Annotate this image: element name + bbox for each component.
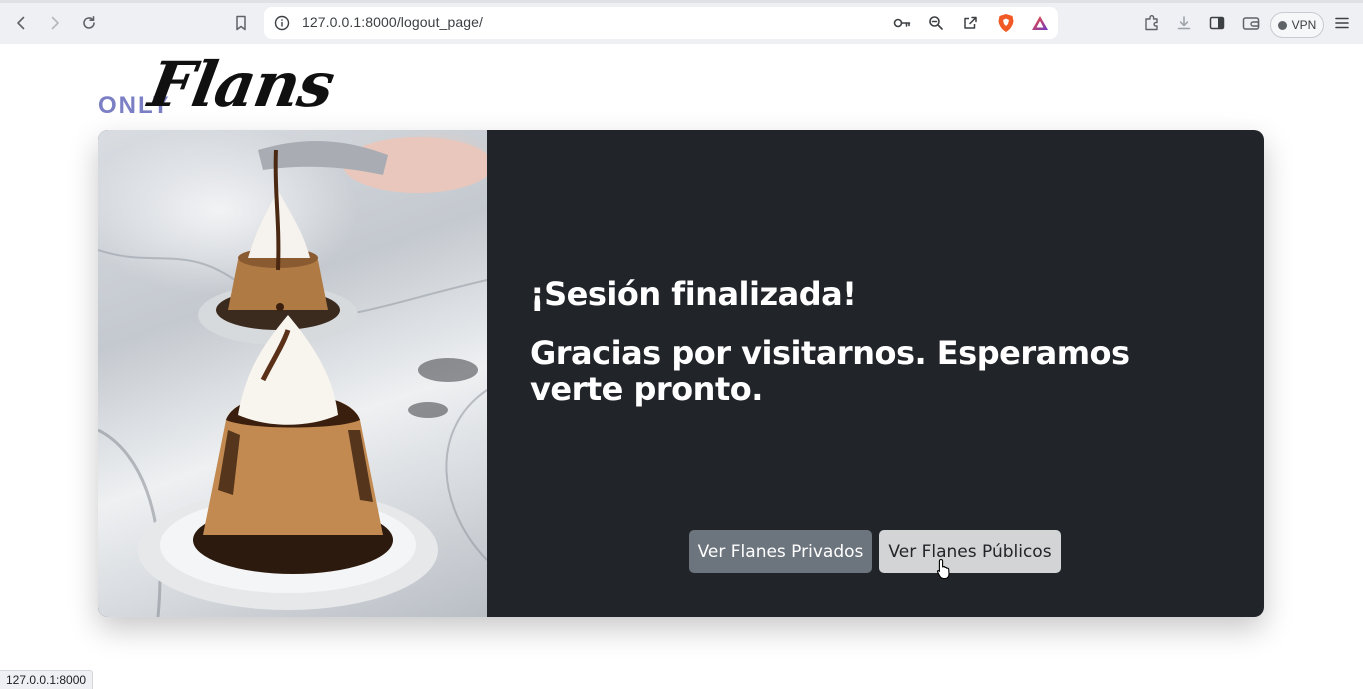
flan-photo (98, 130, 493, 617)
view-public-flans-button[interactable]: Ver Flanes Públicos (879, 530, 1061, 573)
site-info-icon[interactable] (272, 13, 292, 33)
vpn-label: VPN (1291, 18, 1317, 32)
page-title: ¡Sesión finalizada! (530, 275, 857, 313)
vpn-status-icon (1277, 20, 1287, 30)
reload-icon[interactable] (76, 10, 102, 36)
extensions-icon[interactable] (1139, 10, 1165, 36)
key-icon[interactable] (892, 13, 912, 33)
hand-cursor-icon (936, 558, 950, 580)
vpn-button[interactable]: VPN (1270, 12, 1324, 38)
site-logo[interactable]: ONLY Flans (98, 48, 358, 128)
share-icon[interactable] (960, 13, 980, 33)
back-icon[interactable] (8, 10, 34, 36)
card-content: ¡Sesión finalizada! Gracias por visitarn… (487, 130, 1264, 617)
zoom-icon[interactable] (926, 13, 946, 33)
logout-card: ¡Sesión finalizada! Gracias por visitarn… (98, 130, 1264, 617)
brave-shields-icon[interactable] (996, 13, 1016, 33)
url-text[interactable]: 127.0.0.1:8000/logout_page/ (302, 14, 483, 30)
view-private-flans-button[interactable]: Ver Flanes Privados (689, 530, 872, 573)
brave-rewards-icon[interactable] (1030, 13, 1050, 33)
forward-icon[interactable] (42, 10, 68, 36)
farewell-message: Gracias por visitarnos. Esperamos verte … (530, 334, 1130, 408)
status-bar-url: 127.0.0.1:8000 (0, 670, 94, 689)
sidebar-icon[interactable] (1204, 10, 1230, 36)
address-bar[interactable]: 127.0.0.1:8000/logout_page/ (264, 7, 1058, 39)
wallet-icon[interactable] (1238, 10, 1264, 36)
download-icon[interactable] (1171, 10, 1197, 36)
logo-wordmark: Flans (143, 48, 340, 121)
bookmark-icon[interactable] (228, 10, 254, 36)
menu-icon[interactable] (1329, 10, 1355, 36)
flan-illustration (98, 137, 493, 617)
browser-toolbar: 127.0.0.1:8000/logout_page/ VPN (0, 0, 1363, 44)
